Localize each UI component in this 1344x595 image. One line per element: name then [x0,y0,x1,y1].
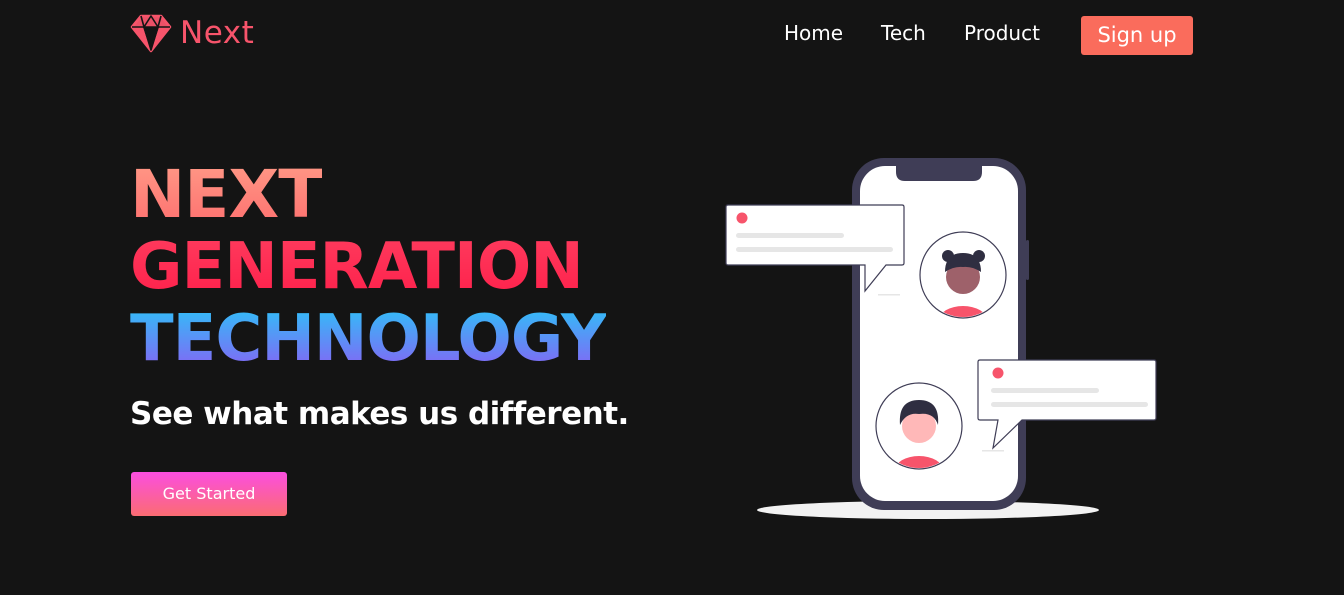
hero-headline-line3: TECHNOLOGY [130,302,607,376]
nav-tech-link[interactable]: Tech [881,19,926,47]
brand-logo-link[interactable]: Next [130,13,254,53]
nav-home-link[interactable]: Home [784,19,843,47]
signup-button[interactable]: Sign up [1081,16,1193,55]
hero-subtitle: See what makes us different. [130,396,629,432]
landing-page: Next Home Tech Product Sign up NEXT GENE… [0,0,1344,595]
brand-name: Next [180,15,255,51]
hero-illustration [720,150,1165,525]
hero-headline-line1: NEXT [130,156,323,233]
diamond-icon [130,13,172,53]
nav-product-link[interactable]: Product [964,19,1040,47]
get-started-button[interactable]: Get Started [131,472,287,516]
hero-headline-line2: GENERATION [130,230,584,304]
